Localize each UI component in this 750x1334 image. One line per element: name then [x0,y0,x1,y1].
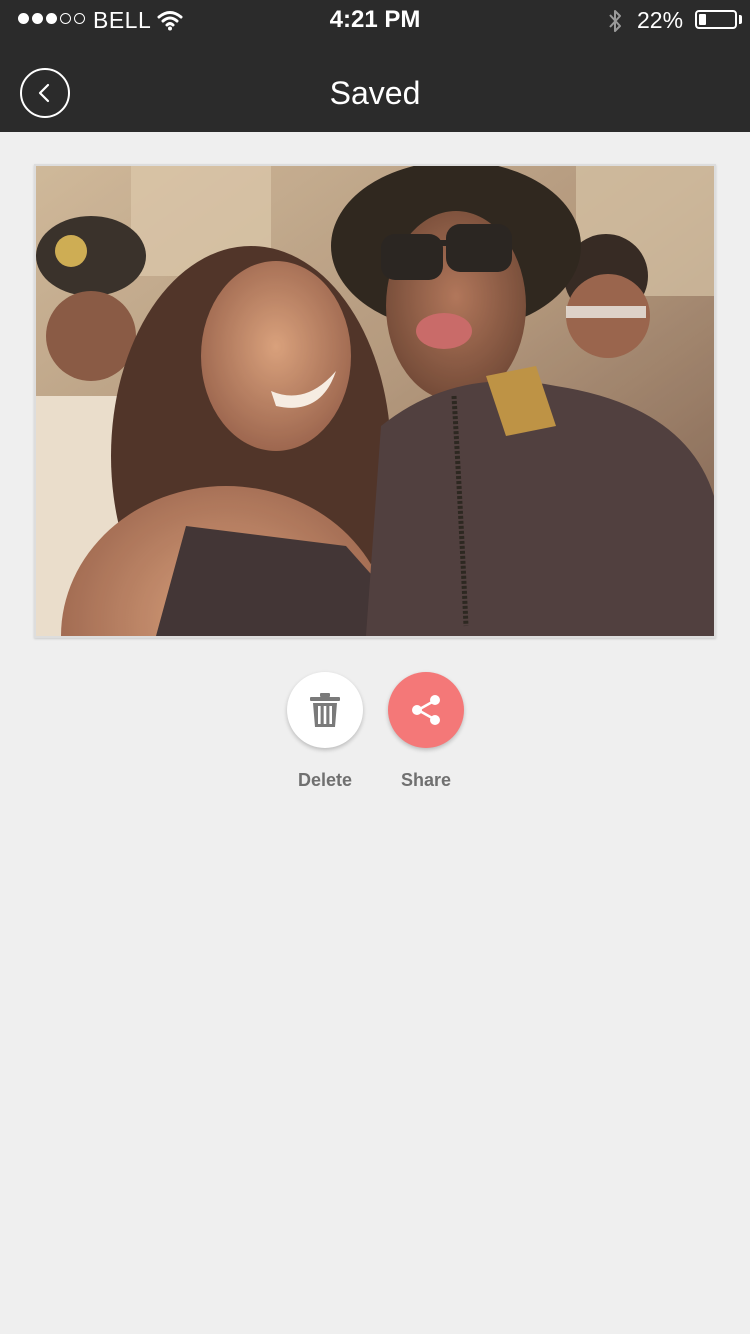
battery-nub [739,15,742,24]
share-label: Share [400,770,452,790]
delete-button[interactable] [287,672,363,748]
share-icon [412,695,440,725]
photo-card[interactable] [34,164,716,638]
page-title: Saved [329,75,421,111]
battery-percentage: 22% [637,7,684,33]
battery-icon [695,10,737,29]
status-bar: BELL 4:21 PM 22% [0,0,750,40]
share-button[interactable] [388,672,464,748]
saved-photo [36,166,714,636]
share-action: Share [366,672,486,791]
battery-level [699,14,706,25]
bluetooth-icon [609,10,621,32]
trash-icon [310,693,340,727]
navigation-bar: Saved [0,40,750,132]
